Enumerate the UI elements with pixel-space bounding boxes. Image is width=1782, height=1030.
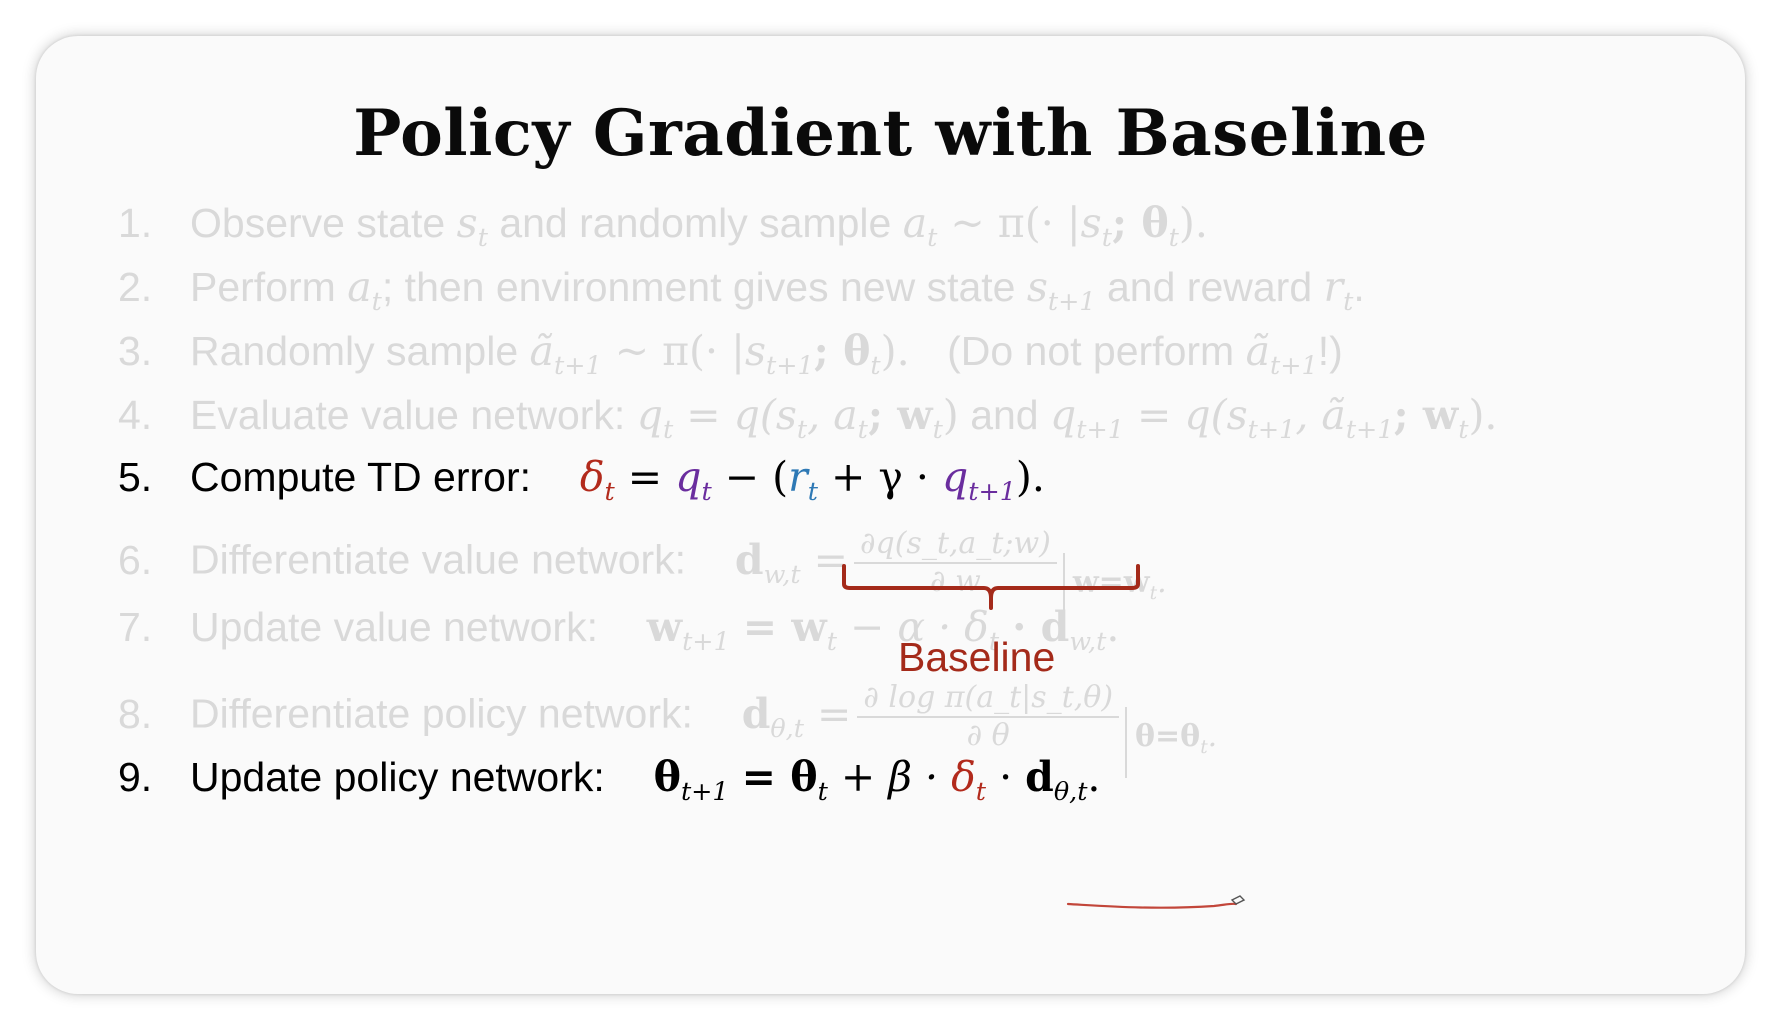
step-text: (Do not perform <box>947 328 1235 374</box>
step-number: 5. <box>118 454 153 500</box>
step-number: 9. <box>118 754 153 800</box>
delta-symbol: δt <box>951 753 987 807</box>
step-3: 3. Randomly sample ãt+1 ~ π(· |st+1; θt).… <box>118 327 1343 381</box>
math-var: at <box>347 263 382 317</box>
step-text: ; then environment gives new state <box>381 264 1016 310</box>
step-text: Differentiate value network: <box>190 536 687 583</box>
policy-update-formula: θt+1 = θt + β · δt · dθ,t. <box>653 753 1101 807</box>
step-text: Randomly sample <box>190 328 519 374</box>
math-expr: qt+1 = q(st+1, ãt+1; wt). <box>1050 391 1498 445</box>
step-text: Observe state <box>190 200 446 246</box>
math-expr: at ~ π(· |st; θt). <box>902 199 1208 253</box>
handwritten-underline <box>1066 895 1246 909</box>
step-text: Evaluate value network: <box>190 392 626 438</box>
baseline-label: Baseline <box>898 634 1056 680</box>
q-symbol: qt <box>675 453 712 507</box>
math-var: st+1 <box>1026 263 1096 317</box>
step-number: 6. <box>118 536 153 583</box>
step-1: 1. Observe state st and randomly sample a… <box>118 198 1208 262</box>
math-var: rt <box>1323 263 1354 317</box>
math-var: st <box>456 199 488 253</box>
baseline-brace <box>842 564 1140 610</box>
step-text: Differentiate policy network: <box>190 690 693 737</box>
step-number: 2. <box>118 264 153 310</box>
r-symbol: rt <box>788 453 818 507</box>
td-error-formula: δt = qt − (rt + γ · qt+1). <box>579 453 1045 507</box>
step-text: Perform <box>190 264 336 310</box>
step-9: 9. Update policy network: θt+1 = θt + β ·… <box>118 752 1100 816</box>
step-5: 5. Compute TD error: δt = qt − (rt + γ · … <box>118 452 1045 516</box>
step-text: Compute TD error: <box>190 454 532 500</box>
delta-symbol: δt <box>579 453 615 507</box>
fraction: ∂ log π(a_t|s_t,θ) ∂ θ <box>857 680 1120 754</box>
step-number: 3. <box>118 328 153 374</box>
step-number: 1. <box>118 200 153 246</box>
math-expr: ãt+1 ~ π(· |st+1; θt). <box>529 327 910 381</box>
slide: Policy Gradient with Baseline 1. Observe … <box>36 36 1745 994</box>
step-number: 7. <box>118 604 153 650</box>
step-text: and randomly sample <box>499 200 892 246</box>
math-expr: dθ,t = ∂ log π(a_t|s_t,θ) ∂ θ θ=θt. <box>742 680 1217 778</box>
math-var: ãt+1 <box>1245 327 1318 381</box>
step-text: Update policy network: <box>190 754 605 800</box>
math-expr: qt = q(st, at; wt) <box>636 391 959 445</box>
step-2: 2. Perform at; then environment gives new… <box>118 263 1365 317</box>
step-number: 4. <box>118 392 153 438</box>
step-text: and reward <box>1107 264 1313 310</box>
step-number: 8. <box>118 690 153 737</box>
q-next-symbol: qt+1 <box>941 453 1016 507</box>
slide-title: Policy Gradient with Baseline <box>353 96 1428 171</box>
step-4: 4. Evaluate value network: qt = q(st, at;… <box>118 390 1497 454</box>
step-text: Update value network: <box>190 604 598 650</box>
step-text: and <box>970 392 1039 438</box>
